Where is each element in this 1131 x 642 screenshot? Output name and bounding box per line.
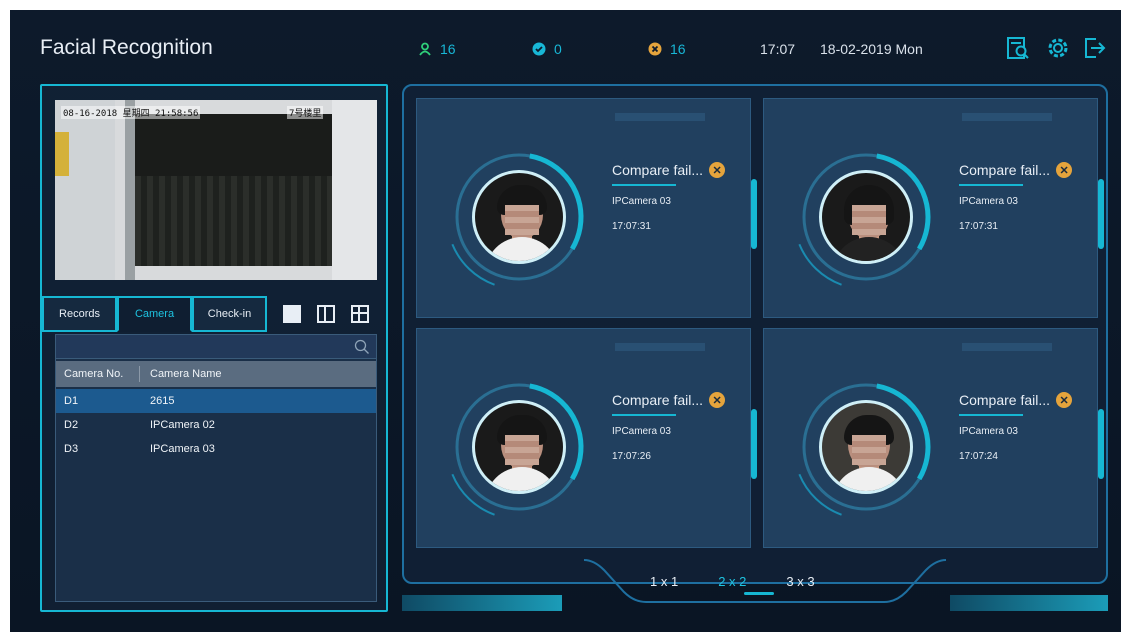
tab-bar: Records Camera Check-in	[42, 296, 369, 332]
x-circle-icon	[648, 42, 662, 56]
compare-status: Compare fail...	[612, 162, 704, 178]
exit-icon[interactable]	[1082, 35, 1108, 61]
camera-no: D3	[64, 443, 79, 455]
face-snapshot	[819, 400, 913, 494]
settings-icon[interactable]	[1045, 35, 1071, 61]
dual-layout-icon[interactable]	[317, 305, 335, 323]
left-panel: 08-16-2018 星期四 21:58:56 7号楼里 Records Cam…	[40, 84, 388, 612]
search-icon[interactable]	[354, 339, 370, 355]
camera-name: IPCamera 02	[150, 419, 215, 431]
card-camera: IPCamera 03	[959, 196, 1018, 207]
single-layout-icon[interactable]	[283, 305, 301, 323]
recognition-card[interactable]: Compare fail... ✕ IPCamera 03 17:07:31	[416, 98, 757, 318]
stat-success: 0	[532, 41, 562, 57]
live-preview[interactable]: 08-16-2018 星期四 21:58:56 7号楼里	[55, 100, 377, 280]
quad-layout-icon[interactable]	[351, 305, 369, 323]
column-camera-name[interactable]: Camera Name	[140, 368, 376, 380]
search-record-icon[interactable]	[1005, 35, 1031, 61]
camera-table-body: D1 2615 D2 IPCamera 02 D3 IPCamera 03	[56, 389, 376, 461]
recognition-grid-panel: Compare fail... ✕ IPCamera 03 17:07:31 C…	[402, 84, 1108, 584]
check-circle-icon	[532, 42, 546, 56]
person-icon	[419, 42, 431, 56]
page-title: Facial Recognition	[40, 36, 213, 59]
camera-no: D2	[64, 419, 79, 431]
camera-search-input[interactable]	[56, 335, 376, 358]
camera-list: Camera No. Camera Name D1 2615 D2 IPCame…	[55, 334, 377, 602]
compare-status: Compare fail...	[959, 162, 1051, 178]
fail-icon: ✕	[709, 162, 726, 178]
preview-osd-datetime: 08-16-2018 星期四 21:58:56	[61, 106, 201, 119]
table-row[interactable]: D1 2615	[56, 389, 376, 413]
face-snapshot	[472, 400, 566, 494]
layout-1x1[interactable]: 1 x 1	[650, 574, 678, 589]
table-row[interactable]: D2 IPCamera 02	[56, 413, 376, 437]
layout-2x2[interactable]: 2 x 2	[718, 574, 746, 589]
face-snapshot	[472, 170, 566, 264]
stat-total-value: 16	[440, 41, 456, 57]
compare-status: Compare fail...	[959, 392, 1051, 408]
table-row[interactable]: D3 IPCamera 03	[56, 437, 376, 461]
camera-search	[56, 335, 376, 359]
fail-icon: ✕	[709, 392, 726, 408]
stat-fail-value: 16	[670, 41, 686, 57]
fail-icon: ✕	[1056, 162, 1073, 178]
decor-bar-right	[950, 595, 1108, 611]
card-time: 17:07:31	[612, 221, 651, 232]
layout-selector: 1 x 1 2 x 2 3 x 3	[650, 574, 815, 589]
card-camera: IPCamera 03	[612, 196, 671, 207]
app-window: Facial Recognition 16 0 16 17:07 18-02-2…	[10, 10, 1121, 632]
compare-status: Compare fail...	[612, 392, 704, 408]
column-camera-no[interactable]: Camera No.	[56, 366, 140, 382]
stat-total: 16	[418, 41, 456, 57]
fail-icon: ✕	[1056, 392, 1073, 408]
card-time: 17:07:24	[959, 451, 998, 462]
tab-check-in[interactable]: Check-in	[192, 296, 267, 332]
recognition-card[interactable]: Compare fail... ✕ IPCamera 03 17:07:24	[763, 328, 1104, 548]
card-camera: IPCamera 03	[959, 426, 1018, 437]
camera-name: 2615	[150, 395, 175, 407]
preview-osd-location: 7号楼里	[287, 106, 324, 119]
tab-camera[interactable]: Camera	[117, 296, 192, 332]
layout-3x3[interactable]: 3 x 3	[786, 574, 814, 589]
layout-active-indicator	[744, 592, 774, 595]
card-camera: IPCamera 03	[612, 426, 671, 437]
camera-table-header: Camera No. Camera Name	[56, 361, 376, 387]
camera-no: D1	[64, 395, 79, 407]
clock-date: 18-02-2019 Mon	[820, 41, 923, 57]
clock-time: 17:07	[760, 41, 796, 57]
decor-bar-left	[402, 595, 562, 611]
stat-success-value: 0	[554, 41, 562, 57]
card-time: 17:07:26	[612, 451, 651, 462]
camera-name: IPCamera 03	[150, 443, 215, 455]
face-snapshot	[819, 170, 913, 264]
recognition-card[interactable]: Compare fail... ✕ IPCamera 03 17:07:31	[763, 98, 1104, 318]
tab-records[interactable]: Records	[42, 296, 117, 332]
card-time: 17:07:31	[959, 221, 998, 232]
stat-fail: 16	[648, 41, 686, 57]
recognition-card[interactable]: Compare fail... ✕ IPCamera 03 17:07:26	[416, 328, 757, 548]
